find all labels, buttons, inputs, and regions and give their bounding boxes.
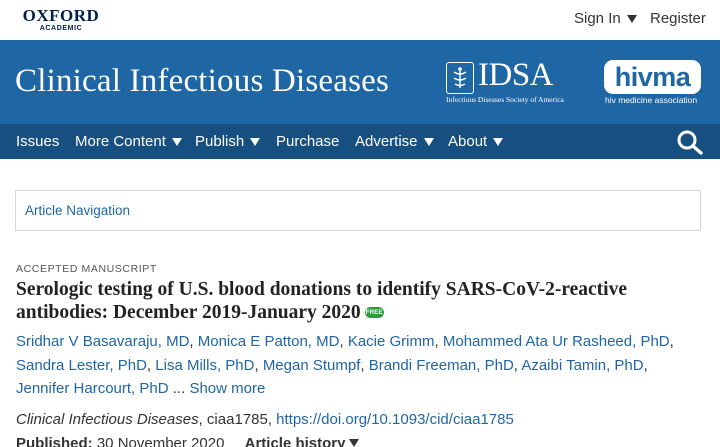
author-link[interactable]: Mohammed Ata Ur Rasheed, PhD xyxy=(443,333,670,350)
published-date: 30 November 2020 xyxy=(96,435,225,447)
top-bar: OXFORD ACADEMIC Sign In Register xyxy=(0,0,720,40)
journal-name: Clinical Infectious Diseases xyxy=(16,411,199,428)
author-link[interactable]: Sandra Lester, PhD xyxy=(16,357,147,374)
author-link[interactable]: Jennifer Harcourt, PhD xyxy=(16,380,169,397)
main-nav: Issues More Content Publish Purchase Adv… xyxy=(0,124,720,159)
search-button[interactable] xyxy=(676,129,704,155)
nav-publish[interactable]: Publish xyxy=(195,133,261,150)
publisher-name: OXFORD xyxy=(22,6,100,25)
author-link[interactable]: Monica E Patton, MD xyxy=(198,333,340,350)
nav-purchase-label: Purchase xyxy=(276,133,340,150)
article-navigation-toggle[interactable]: Article Navigation xyxy=(25,203,130,218)
show-more-authors-link[interactable]: Show more xyxy=(189,380,265,397)
author-link[interactable]: Megan Stumpf xyxy=(263,357,361,374)
author-link[interactable]: Kacie Grimm xyxy=(348,333,435,350)
idsa-wordmark: IDSA xyxy=(478,57,554,93)
article-type-label: ACCEPTED MANUSCRIPT xyxy=(16,263,157,275)
nav-about-label: About xyxy=(448,133,488,150)
author-list: Sridhar V Basavaraju, MD, Monica E Patto… xyxy=(16,333,674,397)
doi-link[interactable]: https://doi.org/10.1093/cid/ciaa1785 xyxy=(276,411,514,428)
nav-advertise-label: Advertise xyxy=(355,133,418,150)
hivma-subtitle: hiv medicine association xyxy=(605,95,698,105)
caret-down-icon xyxy=(493,137,504,146)
publication-line: Published: 30 November 2020 Article hist… xyxy=(16,435,360,447)
author-link[interactable]: Azaibi Tamin, PhD xyxy=(521,357,643,374)
caret-down-icon xyxy=(250,137,261,146)
caret-down-icon xyxy=(171,137,182,146)
authors-ellipsis: ... xyxy=(172,380,186,397)
journal-title[interactable]: Clinical Infectious Diseases xyxy=(15,63,389,100)
author-link[interactable]: Brandi Freeman, PhD xyxy=(369,357,514,374)
idsa-logo[interactable]: IDSA Infectious Diseases Society of Amer… xyxy=(446,57,588,104)
author-link[interactable]: Lisa Mills, PhD xyxy=(155,357,254,374)
oxford-academic-logo[interactable]: OXFORD ACADEMIC xyxy=(15,7,107,33)
idsa-emblem-icon xyxy=(446,62,474,94)
hivma-wordmark: hivma xyxy=(614,62,691,92)
register-link[interactable]: Register xyxy=(650,10,706,27)
nav-publish-label: Publish xyxy=(195,133,245,150)
free-badge: FREE xyxy=(364,307,384,318)
article-navigation-panel[interactable]: Article Navigation xyxy=(15,190,701,231)
published-label: Published: xyxy=(16,435,93,447)
nav-more-content-label: More Content xyxy=(75,133,166,150)
nav-advertise[interactable]: Advertise xyxy=(355,133,434,150)
nav-issues-label: Issues xyxy=(16,133,60,150)
caret-down-icon xyxy=(349,439,360,447)
sign-in-label: Sign In xyxy=(574,10,621,27)
nav-purchase[interactable]: Purchase xyxy=(276,133,339,150)
article-title: Serologic testing of U.S. blood donation… xyxy=(16,278,706,324)
nav-more-content[interactable]: More Content xyxy=(75,133,182,150)
citation-line: Clinical Infectious Diseases, ciaa1785, … xyxy=(16,411,514,428)
publisher-subname: ACADEMIC xyxy=(39,25,83,32)
article-history-label: Article history xyxy=(244,435,346,447)
article-history-toggle[interactable]: Article history xyxy=(245,435,360,447)
author-link[interactable]: Sridhar V Basavaraju, MD xyxy=(16,333,189,350)
nav-about[interactable]: About xyxy=(448,133,504,150)
sign-in-button[interactable]: Sign In xyxy=(574,10,637,27)
article-id: ciaa1785 xyxy=(206,411,268,428)
hivma-logo[interactable]: hivma hiv medicine association xyxy=(604,60,702,108)
caret-down-icon xyxy=(626,14,637,23)
article-title-text: Serologic testing of U.S. blood donation… xyxy=(16,279,627,323)
journal-banner: Clinical Infectious Diseases IDSA Infect… xyxy=(0,40,720,124)
search-icon xyxy=(677,130,703,155)
nav-issues[interactable]: Issues xyxy=(16,133,59,150)
idsa-subtitle: Infectious Diseases Society of America xyxy=(446,95,564,104)
caret-down-icon xyxy=(423,137,434,146)
